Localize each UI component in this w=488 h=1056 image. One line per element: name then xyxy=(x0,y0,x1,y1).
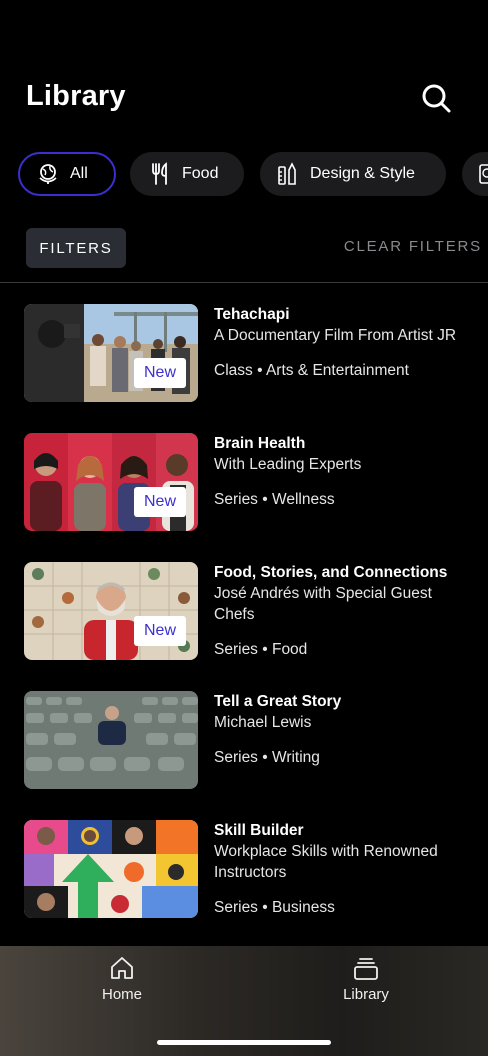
page-title: Library xyxy=(26,80,126,112)
item-text: Tehachapi A Documentary Film From Artist… xyxy=(214,304,474,381)
divider xyxy=(0,282,488,283)
thumbnail-tehachapi: New xyxy=(24,304,198,402)
tab-home[interactable]: Home xyxy=(62,954,182,1014)
new-badge: New xyxy=(133,616,186,646)
filters-row: FILTERS CLEAR FILTERS xyxy=(0,226,488,270)
search-button[interactable] xyxy=(418,80,454,116)
item-meta: Series • Writing xyxy=(214,749,320,766)
header: Library xyxy=(0,0,488,140)
item-text: Food, Stories, and Connections José Andr… xyxy=(214,562,474,660)
chip-design-style[interactable]: Design & Style xyxy=(260,152,446,196)
list-item[interactable]: New Tehachapi A Documentary Film From Ar… xyxy=(0,300,488,410)
library-icon xyxy=(354,958,378,980)
chip-all[interactable]: All xyxy=(18,152,116,196)
chip-food[interactable]: Food xyxy=(130,152,244,196)
new-badge: New xyxy=(133,358,186,388)
clear-filters-button[interactable]: CLEAR FILTERS xyxy=(344,238,482,255)
item-subtitle: José Andrés with Special Guest Chefs xyxy=(214,585,432,623)
list-item[interactable]: New Food, Stories, and Connections José … xyxy=(0,558,488,668)
list-item[interactable]: Tell a Great Story Michael Lewis Series … xyxy=(0,687,488,797)
chip-more[interactable] xyxy=(462,152,488,196)
item-meta: Series • Business xyxy=(214,899,335,916)
item-title: Food, Stories, and Connections xyxy=(214,564,448,581)
search-icon xyxy=(422,84,451,113)
item-text: Skill Builder Workplace Skills with Reno… xyxy=(214,820,474,918)
list-item[interactable]: Skill Builder Workplace Skills with Reno… xyxy=(0,816,488,926)
item-title: Skill Builder xyxy=(214,822,304,839)
thumbnail-brain-health: New xyxy=(24,433,198,531)
tab-library-label: Library xyxy=(343,986,389,1003)
bottom-tab-bar: Home Library xyxy=(0,946,488,1056)
utensils-icon xyxy=(148,162,172,186)
new-badge: New xyxy=(133,487,186,517)
category-icon xyxy=(476,162,488,186)
thumbnail-food-stories: New xyxy=(24,562,198,660)
list-item[interactable]: New Brain Health With Leading Experts Se… xyxy=(0,429,488,539)
item-title: Brain Health xyxy=(214,435,306,452)
home-icon xyxy=(111,957,133,979)
item-text: Brain Health With Leading Experts Series… xyxy=(214,433,474,510)
globe-icon xyxy=(36,162,60,186)
tab-home-label: Home xyxy=(101,986,142,1003)
thumbnail-skill-builder xyxy=(24,820,198,918)
chip-food-label: Food xyxy=(182,165,219,182)
filters-button[interactable]: FILTERS xyxy=(26,228,126,268)
item-subtitle: With Leading Experts xyxy=(214,456,362,473)
item-subtitle: Michael Lewis xyxy=(214,714,312,731)
item-text: Tell a Great Story Michael Lewis Series … xyxy=(214,691,474,768)
thumbnail-tell-a-great-story xyxy=(24,691,198,789)
item-meta: Class • Arts & Entertainment xyxy=(214,362,409,379)
item-subtitle: A Documentary Film From Artist JR xyxy=(214,327,457,344)
item-title: Tehachapi xyxy=(214,306,290,323)
design-tools-icon xyxy=(276,162,300,186)
chip-all-label: All xyxy=(70,165,88,182)
home-indicator xyxy=(157,1040,331,1045)
item-subtitle: Workplace Skills with Renowned Instructo… xyxy=(214,843,438,881)
item-meta: Series • Food xyxy=(214,641,308,658)
tab-library[interactable]: Library xyxy=(306,954,426,1014)
chip-design-style-label: Design & Style xyxy=(310,165,415,182)
item-title: Tell a Great Story xyxy=(214,693,342,710)
item-meta: Series • Wellness xyxy=(214,491,335,508)
category-chips: All Food Design & Style xyxy=(0,150,488,198)
